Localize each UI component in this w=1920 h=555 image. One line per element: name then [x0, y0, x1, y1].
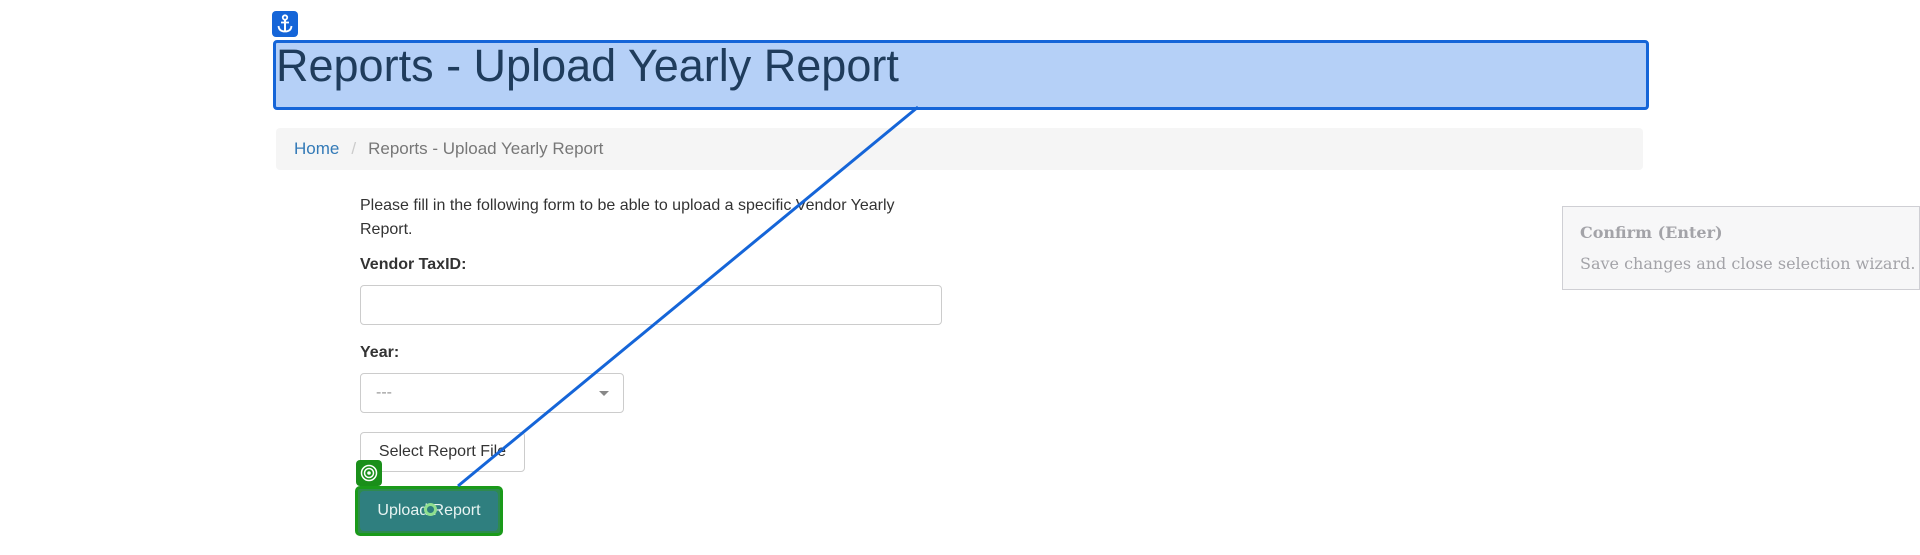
chevron-down-icon	[599, 391, 609, 396]
year-selected-value: ---	[376, 384, 392, 401]
anchor-icon	[277, 14, 293, 33]
confirm-tooltip: Confirm (Enter) Save changes and close s…	[1562, 206, 1920, 290]
breadcrumb: Home / Reports - Upload Yearly Report	[276, 128, 1643, 170]
target-icon	[360, 464, 378, 482]
breadcrumb-home-link[interactable]: Home	[294, 139, 339, 159]
tooltip-title: Confirm (Enter)	[1580, 223, 1723, 242]
breadcrumb-current: Reports - Upload Yearly Report	[368, 139, 604, 158]
form-intro-text: Please fill in the following form to be …	[360, 197, 895, 238]
year-select[interactable]: ---	[360, 373, 624, 413]
tooltip-body: Save changes and close selection wizard.	[1580, 254, 1916, 273]
page-title: Reports - Upload Yearly Report	[276, 40, 899, 91]
year-label: Year:	[360, 344, 400, 361]
vendor-taxid-input[interactable]	[360, 285, 942, 325]
breadcrumb-separator: /	[351, 139, 357, 158]
target-badge	[356, 460, 382, 486]
select-report-file-button[interactable]: Select Report File	[360, 432, 525, 472]
click-point-marker	[424, 503, 437, 516]
anchor-badge	[272, 11, 298, 37]
upload-form: Please fill in the following form to be …	[360, 194, 960, 242]
vendor-taxid-label: Vendor TaxID:	[360, 256, 467, 273]
